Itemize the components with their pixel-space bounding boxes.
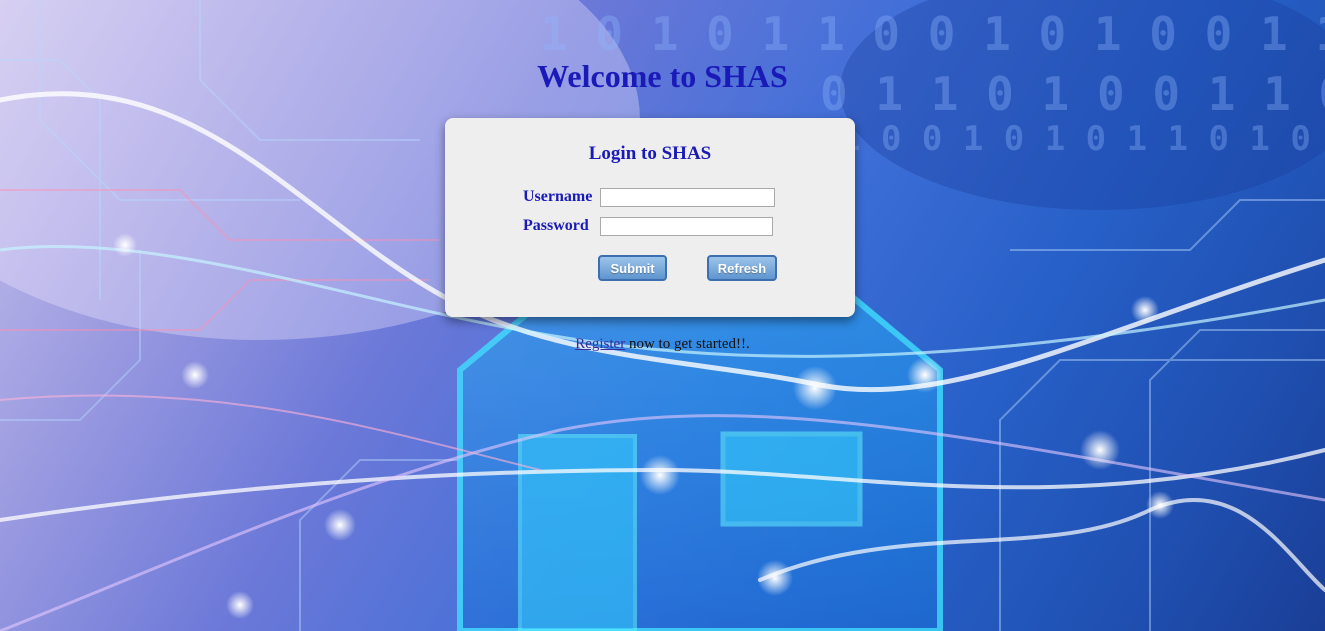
register-link[interactable]: Register — [575, 336, 625, 352]
login-panel: Login to SHAS Username Password Submit R… — [445, 118, 855, 317]
register-line: Register now to get started!!. — [0, 336, 1325, 353]
login-title: Login to SHAS — [588, 143, 712, 164]
username-input[interactable] — [600, 188, 775, 207]
refresh-button[interactable]: Refresh — [707, 255, 777, 281]
username-label: Username — [523, 188, 593, 205]
register-trailing-text: now to get started!!. — [625, 336, 750, 352]
password-label: Password — [523, 217, 589, 234]
password-input[interactable] — [600, 217, 773, 236]
svg-text:1 0 0 1 0 1 0 1 1 0 1 0: 1 0 0 1 0 1 0 1 1 0 1 0 — [840, 119, 1311, 159]
page-title: Welcome to SHAS — [537, 58, 788, 94]
submit-button[interactable]: Submit — [598, 255, 667, 281]
svg-text:1 0 1 0 1 1 0 0 1 0 1 0 0 1 1: 1 0 1 0 1 1 0 0 1 0 1 0 0 1 1 — [540, 7, 1325, 61]
